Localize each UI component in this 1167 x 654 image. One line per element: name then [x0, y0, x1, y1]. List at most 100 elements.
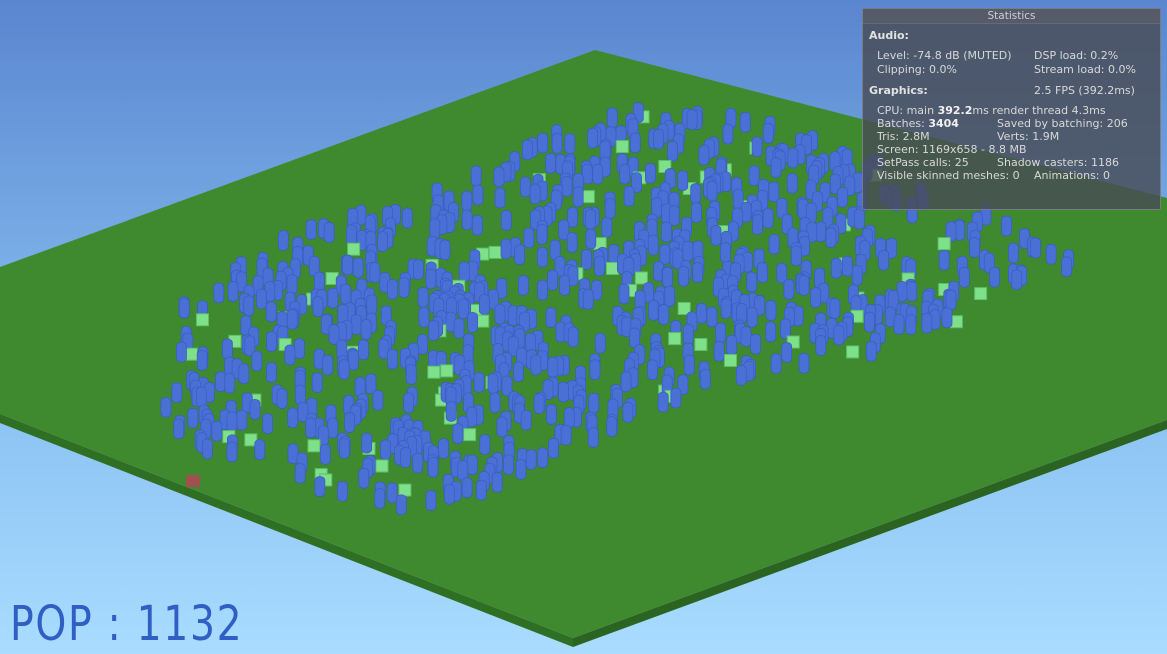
agent-capsule [683, 354, 695, 376]
agent-capsule [493, 166, 505, 188]
agent-capsule [529, 183, 541, 205]
agent-capsule [398, 277, 410, 298]
agent-capsule [537, 132, 549, 154]
agent-capsule [487, 373, 499, 395]
agent-capsule [314, 476, 326, 497]
food-cube [195, 313, 209, 327]
agent-capsule [412, 452, 424, 474]
cpu-prefix: CPU: main [877, 104, 938, 117]
agent-capsule [338, 437, 350, 459]
agent-capsule [786, 172, 798, 194]
agent-capsule [545, 307, 557, 328]
agent-capsule [696, 302, 707, 324]
agent-capsule [256, 288, 267, 310]
food-cube [398, 483, 412, 497]
batches-value: 3404 [928, 117, 959, 130]
agent-capsule [350, 314, 362, 335]
agent-capsule [833, 324, 845, 346]
food-cube [307, 439, 321, 453]
food-cube [634, 271, 648, 285]
audio-dsp-load: DSP load: 0.2% [1034, 49, 1119, 62]
agent-capsule [425, 490, 437, 511]
agent-capsule [366, 294, 378, 316]
agent-capsule [489, 392, 501, 414]
agent-capsule [587, 427, 599, 448]
agent-capsule [358, 339, 369, 361]
agent-capsule [327, 287, 339, 309]
food-cube [427, 365, 441, 379]
food-cube [694, 338, 708, 352]
agent-capsule [547, 356, 559, 378]
agent-capsule [1030, 237, 1041, 259]
agent-capsule [829, 298, 841, 319]
food-cube [476, 314, 490, 328]
agent-capsule [494, 187, 506, 209]
agent-capsule [525, 449, 537, 470]
agent-capsule [322, 354, 334, 376]
agent-capsule [461, 209, 473, 231]
agent-capsule [623, 185, 635, 207]
agent-capsule [294, 462, 306, 484]
agent-capsule [1045, 243, 1057, 265]
agent-capsule [604, 198, 616, 219]
agent-capsule [751, 136, 763, 158]
food-cube [185, 347, 199, 361]
agent-capsule [746, 306, 758, 328]
statistics-title: Statistics [863, 9, 1160, 24]
graphics-batches: Batches: 3404 [877, 117, 959, 130]
agent-capsule [286, 308, 298, 330]
agent-capsule [521, 139, 533, 161]
agent-capsule [667, 140, 678, 162]
agent-capsule [338, 359, 350, 380]
agent-capsule [503, 454, 514, 476]
food-cube [937, 237, 951, 251]
agent-capsule [722, 123, 734, 145]
agent-capsule [517, 274, 529, 296]
agent-capsule [160, 396, 172, 418]
agent-capsule [572, 186, 584, 208]
agent-capsule [418, 306, 430, 328]
agent-capsule [387, 278, 398, 300]
agent-capsule [893, 313, 905, 335]
statistics-panel[interactable]: Statistics Audio: Level: -74.8 dB (MUTED… [862, 8, 1161, 210]
agent-capsule [319, 443, 331, 465]
agent-capsule [566, 232, 578, 253]
agent-capsule [647, 234, 659, 256]
agent-capsule [533, 393, 545, 414]
agent-capsule [494, 303, 506, 325]
agent-capsule [403, 392, 415, 414]
agent-capsule [969, 237, 980, 258]
agent-capsule [735, 364, 747, 386]
agent-capsule [417, 333, 429, 355]
agent-capsule [500, 238, 512, 260]
agent-capsule [547, 269, 558, 291]
food-cube [974, 287, 988, 301]
agent-capsule [878, 249, 890, 271]
agent-capsule [746, 271, 758, 293]
agent-capsule [768, 233, 780, 255]
agent-capsule [905, 314, 917, 336]
agent-capsule [677, 170, 689, 192]
audio-clipping: Clipping: 0.0% [877, 63, 957, 76]
agent-capsule [664, 285, 676, 307]
agent-capsule [211, 420, 223, 442]
agent-capsule [691, 202, 702, 223]
agent-capsule [344, 412, 355, 433]
agent-capsule [768, 181, 780, 203]
agent-capsule [1008, 242, 1019, 264]
agent-capsule [380, 439, 391, 461]
agent-capsule [653, 128, 664, 150]
graphics-skinned-meshes: Visible skinned meshes: 0 [877, 169, 1020, 182]
agent-capsule [564, 133, 576, 155]
agent-capsule [837, 186, 848, 208]
agent-capsule [173, 418, 185, 440]
agent-capsule [266, 361, 277, 383]
agent-capsule [658, 304, 670, 326]
agent-capsule [561, 175, 573, 197]
agent-capsule [706, 180, 718, 202]
agent-capsule [545, 152, 556, 174]
agent-capsule [589, 359, 601, 381]
agent-capsule [515, 458, 527, 480]
agent-capsule [660, 221, 672, 243]
agent-capsule [587, 127, 599, 149]
